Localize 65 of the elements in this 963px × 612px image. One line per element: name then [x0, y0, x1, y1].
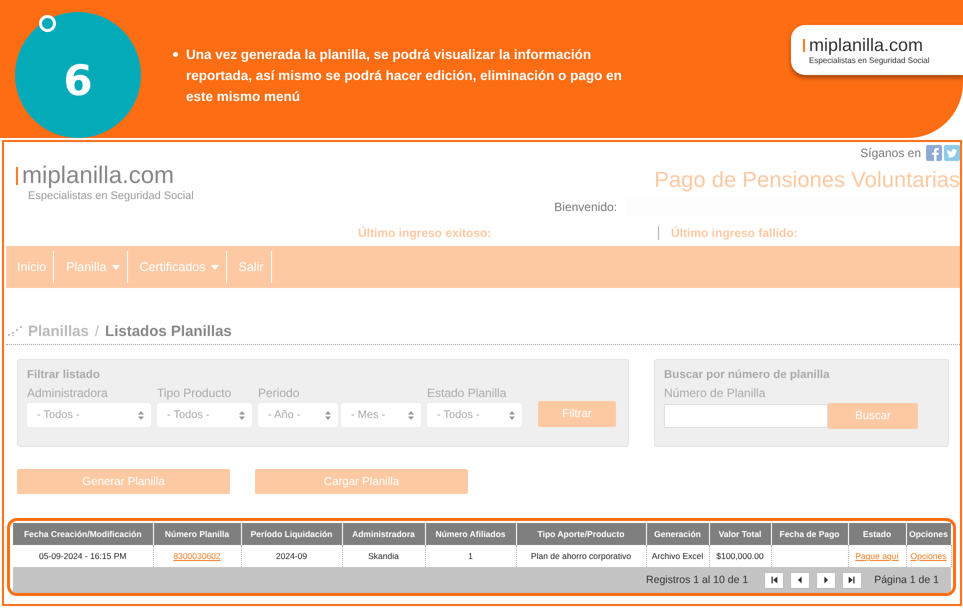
column-header: Generación [646, 523, 709, 545]
select-field[interactable]: - Año - [258, 403, 338, 427]
planilla-number-input[interactable] [664, 404, 828, 428]
action-button[interactable]: Cargar Planilla [255, 469, 468, 494]
instruction-text: Una vez generada la planilla, se podrá visualizar la información reportada, así mismo se podrá hacer edición, eliminación o pago en este mismo menú [186, 46, 623, 106]
sort-arrows-icon [509, 410, 515, 420]
sort-arrows-icon [408, 410, 414, 420]
column-header: Tipo Aporte/Producto [516, 523, 646, 545]
step-number: 6 [63, 56, 93, 104]
welcome-label: Bienvenido: [554, 200, 617, 214]
sort-arrows-icon [138, 410, 144, 420]
social-label: Síganos en [860, 146, 921, 160]
filter-button[interactable]: Filtrar [538, 401, 616, 427]
column-header: Valor Total [709, 523, 771, 545]
select-field[interactable]: - Mes - [341, 403, 421, 427]
column-header: Número Planilla [153, 523, 241, 545]
search-button[interactable]: Buscar [828, 403, 918, 429]
field-label: Periodo [258, 386, 300, 400]
panel-title: Buscar por número de planilla [664, 369, 831, 381]
last-login-label: Último ingreso exitoso: [358, 226, 659, 240]
breadcrumb-current: Listados Planillas [105, 322, 232, 340]
pager-button[interactable] [764, 572, 784, 588]
select-field[interactable]: - Todos - [27, 403, 151, 427]
column-header: Fecha Creación/Modificación [13, 523, 153, 545]
field-label: Administradora [27, 386, 109, 400]
nav-item[interactable]: Inicio [6, 251, 54, 283]
dots-icon [8, 326, 22, 336]
logo-tagline: Especialistas en Seguridad Social [809, 56, 931, 65]
sort-arrows-icon [325, 410, 331, 420]
column-header: Administradora [342, 523, 425, 545]
table-link[interactable]: Pague aquí [855, 551, 899, 561]
logo-name: miplanilla.com [809, 35, 924, 56]
table-link[interactable]: Opciones [910, 551, 946, 561]
field-label: Número de Planilla [664, 386, 766, 400]
field-label: Tipo Producto [157, 386, 232, 400]
column-header: Número Afiliados [425, 523, 516, 545]
pager-button[interactable] [842, 572, 862, 588]
breadcrumb-link[interactable]: Planillas [28, 322, 89, 340]
field-label: Estado Planilla [427, 386, 508, 400]
nav-item[interactable]: Planilla [54, 251, 128, 283]
records-label: Registros 1 al 10 de 1 [646, 574, 748, 586]
bullet-icon [173, 52, 178, 57]
ring-icon [39, 15, 56, 32]
logo-name: miplanilla.com [22, 162, 174, 190]
logo-tagline: Especialistas en Seguridad Social [28, 190, 194, 202]
column-header: Período Liquidación [241, 523, 342, 545]
nav-item[interactable]: Certificados [128, 251, 226, 283]
action-button[interactable]: Generar Planilla [17, 469, 230, 494]
nav-item[interactable]: Salir [226, 251, 272, 283]
last-page-icon [847, 575, 858, 585]
column-header: Opciones [906, 523, 951, 545]
pager-button[interactable] [790, 572, 810, 588]
first-page-icon [769, 575, 780, 585]
pager-button[interactable] [816, 572, 836, 588]
select-field[interactable]: - Todos - [157, 403, 252, 427]
last-failed-label: Último ingreso fallido: [671, 226, 798, 240]
page-title: Pago de Pensiones Voluntarias [654, 167, 960, 193]
page-label: Página 1 de 1 [874, 574, 939, 586]
breadcrumb-separator: / [94, 322, 100, 340]
column-header: Fecha de Pago [771, 523, 848, 545]
sort-arrows-icon [239, 410, 245, 420]
table-link[interactable]: 8300030602 [173, 551, 221, 561]
panel-title: Filtrar listado [27, 369, 101, 381]
select-field[interactable]: - Todos - [427, 403, 522, 427]
column-header: Estado [848, 523, 906, 545]
